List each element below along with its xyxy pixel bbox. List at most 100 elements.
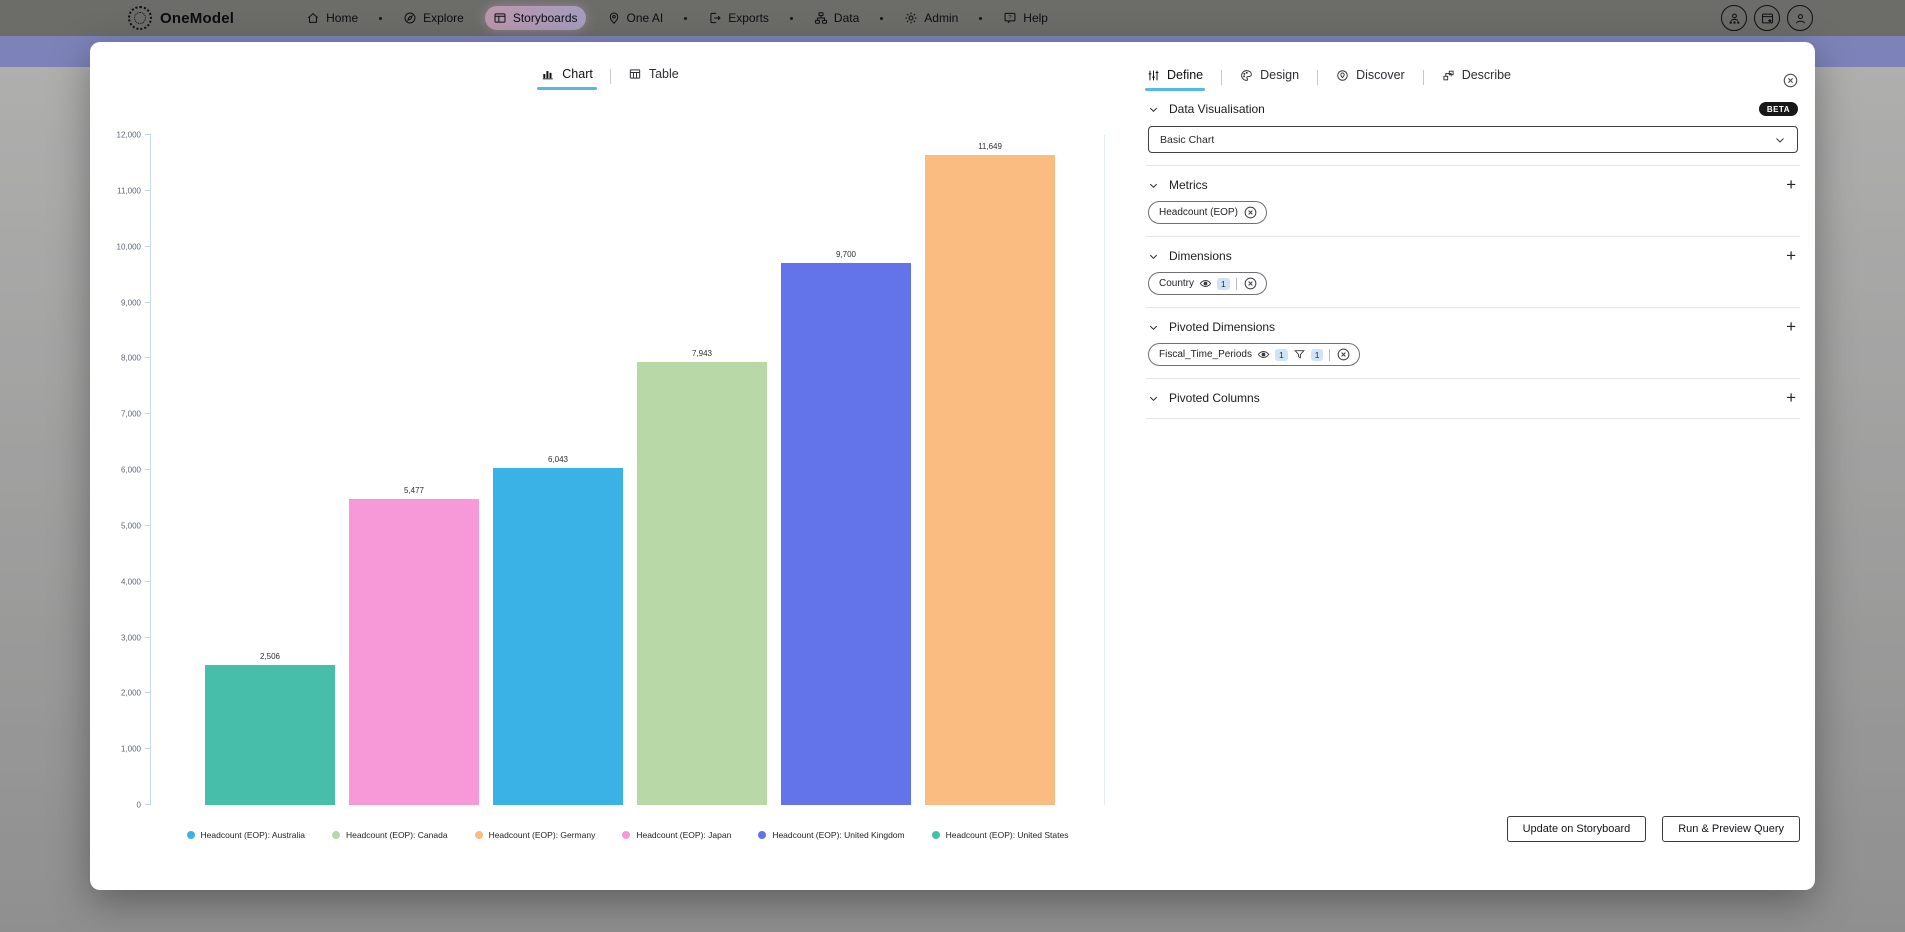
tab-discover[interactable]: Discover (1335, 65, 1406, 90)
tab-design[interactable]: Design (1239, 65, 1300, 90)
legend-label: Headcount (EOP): Germany (489, 830, 596, 840)
legend-label: Headcount (EOP): Japan (636, 830, 731, 840)
tab-label: Define (1167, 68, 1203, 82)
bar-value-label: 6,043 (548, 455, 568, 464)
chart-bar[interactable]: 2,506 (205, 665, 335, 805)
update-on-storyboard-button[interactable]: Update on Storyboard (1507, 816, 1647, 842)
pivoted-dimension-chip[interactable]: Fiscal_Time_Periods 1 1 (1148, 343, 1360, 366)
chevron-down-icon[interactable] (1148, 180, 1159, 191)
y-axis-tick-mark (145, 134, 151, 135)
legend-item[interactable]: Headcount (EOP): Australia (187, 830, 305, 840)
y-axis-tick-mark (145, 413, 151, 414)
y-axis-tick-label: 10,000 (117, 242, 141, 251)
chart-bar[interactable]: 5,477 (349, 499, 479, 805)
y-axis-tick-label: 8,000 (121, 354, 141, 363)
tab-label: Design (1260, 68, 1299, 82)
sliders-icon (1147, 69, 1160, 82)
tab-label: Discover (1356, 68, 1405, 82)
add-pivoted-dimension-button[interactable]: + (1784, 320, 1798, 334)
bar-value-label: 7,943 (692, 349, 712, 358)
chip-divider (1329, 349, 1330, 361)
chevron-down-icon[interactable] (1148, 251, 1159, 262)
legend-item[interactable]: Headcount (EOP): United States (932, 830, 1069, 840)
y-axis-tick-mark (145, 692, 151, 693)
bar-value-label: 11,649 (978, 142, 1002, 151)
legend-label: Headcount (EOP): Canada (346, 830, 448, 840)
legend-label: Headcount (EOP): Australia (201, 830, 305, 840)
y-axis-tick-mark (145, 637, 151, 638)
chart-bar[interactable]: 7,943 (637, 362, 767, 805)
close-icon (1782, 72, 1799, 89)
add-pivoted-column-button[interactable]: + (1784, 391, 1798, 405)
section-title: Pivoted Dimensions (1169, 320, 1275, 334)
chip-divider (1236, 278, 1237, 290)
chevron-down-icon[interactable] (1148, 393, 1159, 404)
y-axis-tick-label: 5,000 (121, 521, 141, 530)
legend-item[interactable]: Headcount (EOP): Japan (622, 830, 731, 840)
view-tabs: Chart Table (90, 63, 1130, 90)
config-pane: Define Design Discover Describe (1130, 42, 1815, 890)
legend-dot (475, 831, 483, 839)
chevron-down-icon[interactable] (1148, 322, 1159, 333)
filter-icon[interactable] (1293, 348, 1306, 361)
tab-define[interactable]: Define (1146, 65, 1204, 90)
tab-describe[interactable]: Describe (1441, 65, 1512, 90)
eye-icon[interactable] (1199, 277, 1212, 290)
visualisation-select[interactable]: Basic Chart (1148, 126, 1798, 153)
y-axis-tick-mark (145, 246, 151, 247)
dimension-chip[interactable]: Country 1 (1148, 272, 1267, 295)
add-dimension-button[interactable]: + (1784, 249, 1798, 263)
metric-chip[interactable]: Headcount (EOP) (1148, 201, 1267, 224)
section-dimensions: Dimensions + Country 1 (1146, 237, 1800, 308)
bar-chart-icon (541, 67, 555, 81)
discover-icon (1336, 69, 1349, 82)
remove-chip-icon[interactable] (1336, 347, 1351, 362)
panel-tabs: Define Design Discover Describe (1146, 65, 1800, 90)
legend-item[interactable]: Headcount (EOP): Germany (475, 830, 596, 840)
legend-item[interactable]: Headcount (EOP): Canada (332, 830, 448, 840)
dimension-count-badge: 1 (1217, 278, 1230, 290)
y-axis-tick-mark (145, 748, 151, 749)
y-axis-tick-mark (145, 804, 151, 805)
bars-container: 2,5065,4776,0437,9439,70011,649 (205, 135, 1104, 805)
y-axis-tick-mark (145, 525, 151, 526)
legend-dot (932, 831, 940, 839)
tab-chart[interactable]: Chart (539, 63, 595, 90)
section-title: Metrics (1169, 178, 1208, 192)
beta-badge: BETA (1759, 102, 1798, 116)
chart-bar[interactable]: 6,043 (493, 468, 623, 805)
remove-chip-icon[interactable] (1243, 276, 1258, 291)
chip-label: Headcount (EOP) (1159, 207, 1238, 218)
section-title: Data Visualisation (1169, 102, 1265, 116)
tab-label: Describe (1462, 68, 1511, 82)
section-pivoted-dimensions: Pivoted Dimensions + Fiscal_Time_Periods… (1146, 308, 1800, 379)
chart-bar[interactable]: 11,649 (925, 155, 1055, 805)
tab-separator (610, 69, 611, 84)
y-axis-tick-label: 4,000 (121, 577, 141, 586)
y-axis-tick-label: 12,000 (117, 131, 141, 140)
chart-legend: Headcount (EOP): Australia Headcount (EOP… (150, 830, 1105, 840)
tab-separator (1423, 70, 1424, 85)
bar-chart-plot: 2,5065,4776,0437,9439,70011,649 01,0002,… (150, 135, 1105, 805)
y-axis-tick-label: 9,000 (121, 298, 141, 307)
remove-chip-icon[interactable] (1243, 205, 1258, 220)
legend-item[interactable]: Headcount (EOP): United Kingdom (758, 830, 904, 840)
chip-label: Fiscal_Time_Periods (1159, 349, 1252, 360)
y-axis-tick-mark (145, 469, 151, 470)
describe-icon (1442, 69, 1455, 82)
y-axis-tick-mark (145, 357, 151, 358)
add-metric-button[interactable]: + (1784, 178, 1798, 192)
eye-icon[interactable] (1257, 348, 1270, 361)
y-axis-tick-mark (145, 190, 151, 191)
chevron-down-icon[interactable] (1148, 104, 1159, 115)
tab-table[interactable]: Table (626, 63, 681, 90)
visualisation-selected-value: Basic Chart (1160, 134, 1774, 146)
tab-label: Table (649, 67, 679, 81)
y-axis-tick-label: 1,000 (121, 745, 141, 754)
close-modal-button[interactable] (1782, 72, 1799, 90)
screen: OneModel Home Explore Storyboards One AI (0, 0, 1905, 932)
y-axis-tick-label: 7,000 (121, 410, 141, 419)
run-preview-query-button[interactable]: Run & Preview Query (1662, 816, 1800, 842)
chart-bar[interactable]: 9,700 (781, 263, 911, 805)
y-axis-tick-mark (145, 302, 151, 303)
